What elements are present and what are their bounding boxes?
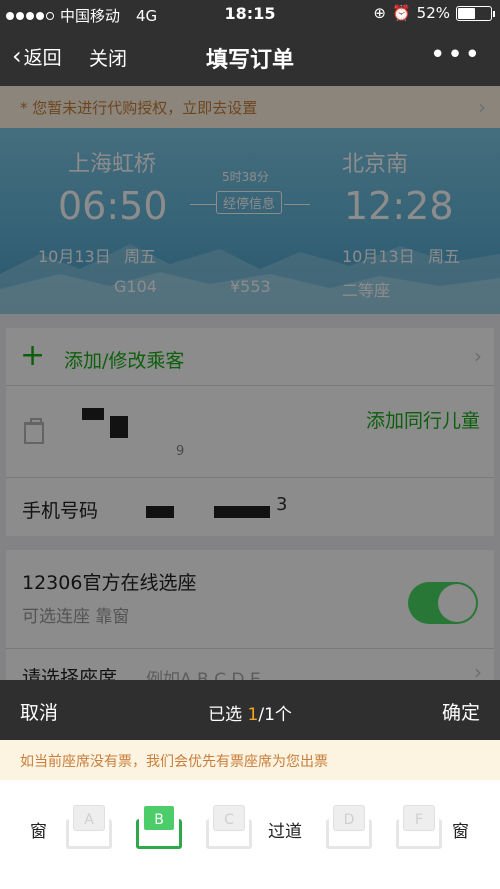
selection-prefix: 已选: [208, 705, 248, 725]
window-label-right: 窗: [452, 822, 469, 842]
selected-number: 1: [247, 705, 259, 725]
battery-percent: 52%: [416, 4, 450, 22]
seat-letter: D: [343, 812, 355, 828]
confirm-button[interactable]: 确定: [442, 698, 480, 725]
window-label-left: 窗: [30, 822, 47, 842]
seat-letter: B: [154, 812, 164, 828]
battery-icon: [456, 5, 495, 21]
page-title: 填写订单: [205, 48, 294, 73]
seat-b[interactable]: B: [136, 805, 182, 849]
selection-suffix: /1个: [258, 705, 292, 725]
seat-letter: A: [84, 812, 94, 828]
seat-picker-toolbar: 取消 已选 1/1个 确定: [0, 680, 500, 740]
seat-d[interactable]: D: [326, 805, 372, 849]
nav-bar: ‹ 返回 关闭 填写订单 •••: [0, 28, 500, 86]
alarm-icon: ⏰: [391, 4, 411, 22]
seat-f[interactable]: F: [396, 805, 442, 849]
status-bar: 中国移动 4G 18:15 ⊕ ⏰ 52%: [0, 0, 500, 28]
aisle-label: 过道: [268, 822, 302, 842]
seat-letter: F: [414, 812, 424, 828]
status-right: ⊕ ⏰ 52%: [373, 4, 495, 22]
seat-letter: C: [224, 812, 234, 828]
battery-fill: [458, 7, 475, 19]
seat-c[interactable]: C: [206, 805, 252, 849]
modal-backdrop[interactable]: [0, 86, 500, 680]
rotation-lock-icon: ⊕: [373, 4, 386, 22]
selection-count: 已选 1/1个: [0, 700, 500, 725]
seat-fallback-notice: 如当前座席没有票，我们会优先有票座席为您出票: [0, 740, 500, 780]
more-menu-button[interactable]: •••: [430, 40, 482, 70]
seat-a[interactable]: A: [66, 805, 112, 849]
seat-picker: 窗 A B C 过道 D F 窗: [0, 780, 500, 889]
